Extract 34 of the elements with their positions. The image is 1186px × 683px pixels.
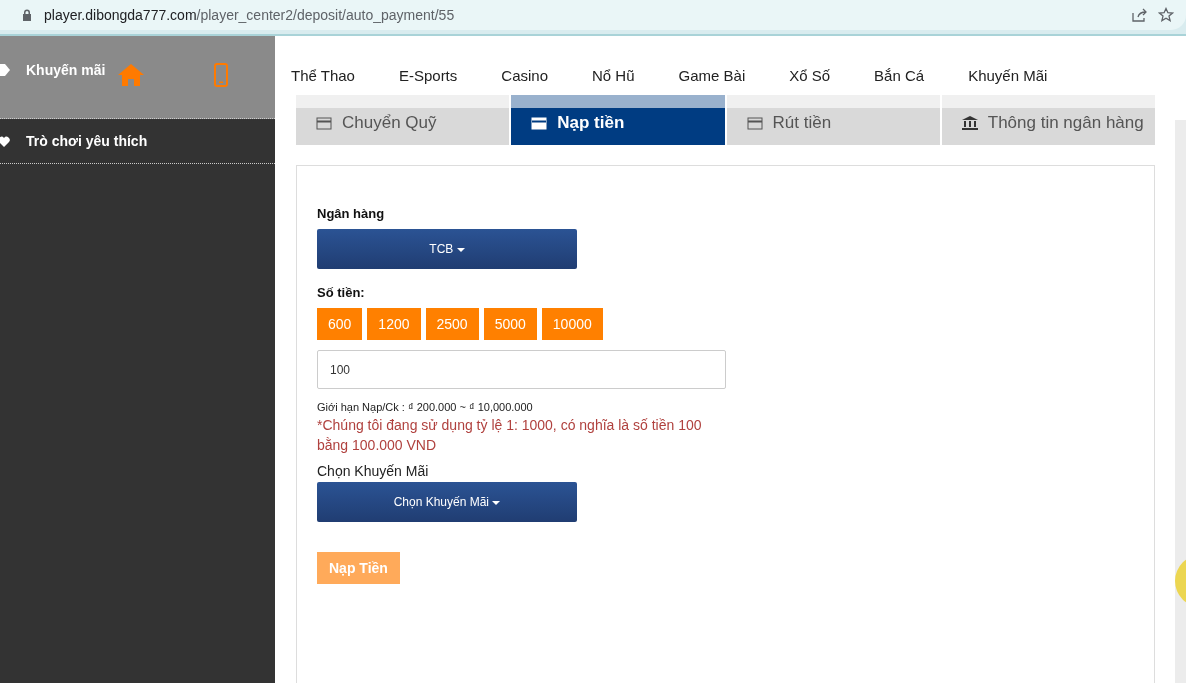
home-icon[interactable] [118, 64, 144, 86]
card-icon [316, 116, 332, 130]
rate-note: *Chúng tôi đang sử dụng tỷ lệ 1: 1000, có nghĩa là số tiền 100 bằng 100.000 VND [317, 416, 703, 455]
limit-note: Giới hạn Nạp/Ck : ₫ 200.000 ~ ₫ 10,000.000 [317, 401, 533, 413]
sidebar-item[interactable]: Trò chơi yêu thích [0, 119, 275, 164]
tab[interactable]: Chuyển Quỹ [296, 95, 510, 145]
heart-icon [0, 135, 10, 147]
nav-link[interactable]: Nổ Hũ [592, 66, 635, 84]
url-text: player.dibongda777.com/player_center2/deposit/auto_payment/55 [44, 7, 455, 23]
nav-link[interactable]: Xổ Số [789, 66, 831, 84]
address-bar[interactable]: player.dibongda777.com/player_center2/deposit/auto_payment/55 [0, 0, 1186, 30]
nav-link[interactable]: Khuyến Mãi [968, 66, 1048, 84]
tab[interactable]: Thông tin ngân hàng [941, 95, 1155, 145]
bank-dropdown[interactable]: TCB [317, 229, 577, 269]
star-icon[interactable] [1158, 7, 1174, 23]
card-icon [746, 116, 763, 130]
nav-link[interactable]: Thể Thao [291, 66, 355, 84]
share-icon[interactable] [1132, 8, 1148, 22]
promotion-dropdown[interactable]: Chọn Khuyến Mãi [317, 482, 577, 522]
field-label: Chọn Khuyến Mãi [317, 463, 429, 479]
field-label: Ngân hàng [317, 206, 385, 221]
card-icon [531, 116, 548, 130]
lock-icon [22, 9, 32, 21]
tab[interactable]: Nạp tiền [511, 95, 725, 145]
tag-icon [0, 64, 10, 76]
nav-link[interactable]: Bắn Cá [874, 66, 925, 84]
nav-link[interactable]: Game Bài [678, 66, 746, 84]
bank-icon [961, 116, 978, 130]
amount-input[interactable]: 100 [317, 350, 726, 389]
nav-link[interactable]: Casino [501, 66, 548, 84]
field-label: Số tiền: [317, 285, 365, 300]
tab[interactable]: Rút tiền [726, 95, 940, 145]
phone-icon[interactable] [214, 63, 228, 87]
nav-link[interactable]: E-Sports [398, 66, 458, 84]
